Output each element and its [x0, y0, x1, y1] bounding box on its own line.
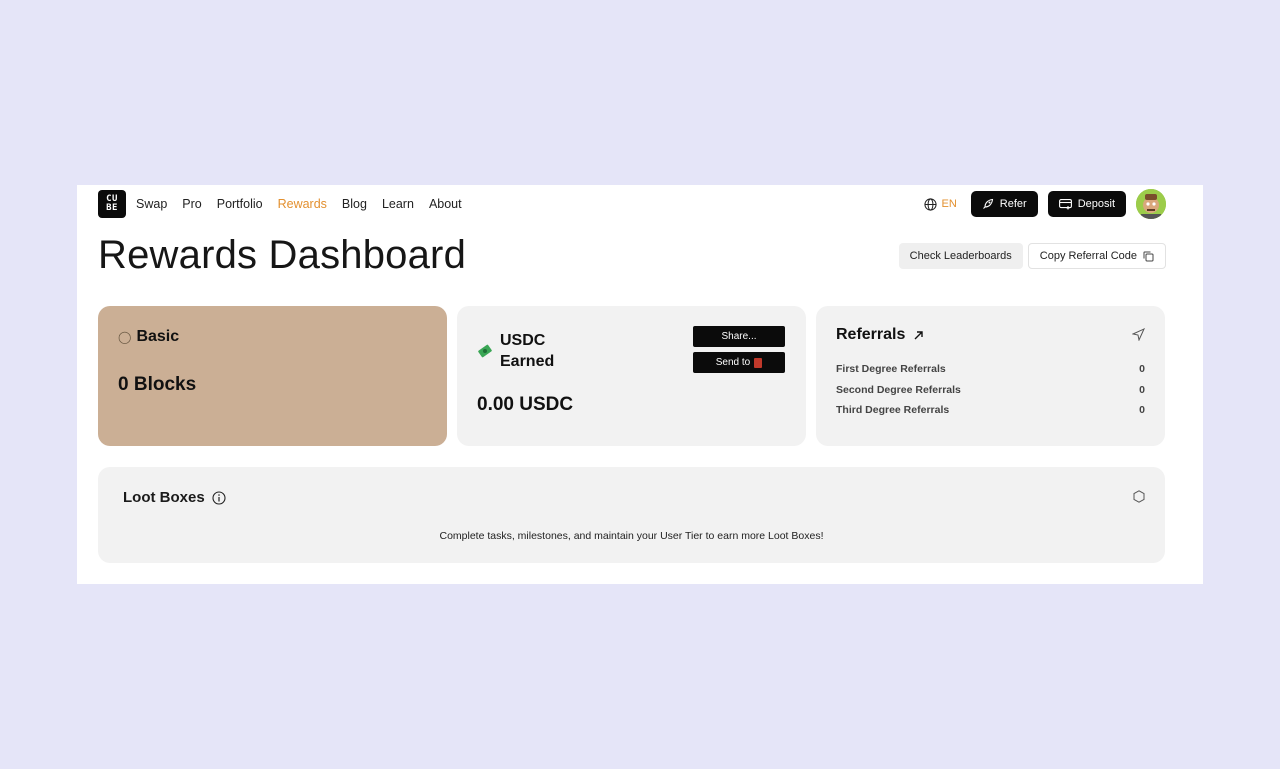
loot-boxes-card: Loot Boxes Complete tasks, milestones, a…: [98, 467, 1165, 563]
send-icon[interactable]: [1132, 328, 1145, 341]
page-title: Rewards Dashboard: [98, 233, 467, 277]
deposit-label: Deposit: [1077, 198, 1115, 210]
referral-row: Second Degree Referrals 0: [836, 384, 1145, 405]
copy-referral-code-button[interactable]: Copy Referral Code: [1027, 243, 1166, 269]
check-leaderboards-label: Check Leaderboards: [909, 250, 1012, 262]
nav-pro[interactable]: Pro: [182, 197, 201, 211]
tier-label: Basic: [136, 328, 180, 345]
usdc-amount: 0.00 USDC: [477, 394, 574, 415]
hexagon-icon: [1133, 490, 1145, 503]
referral-count: 0: [1139, 363, 1145, 375]
send-to-label: Send to: [715, 357, 751, 368]
referral-row: Third Degree Referrals 0: [836, 404, 1145, 425]
nav-about[interactable]: About: [429, 197, 462, 211]
nav-right: EN Refer Deposit: [923, 189, 1166, 219]
copy-icon: [1143, 251, 1154, 261]
referral-row: First Degree Referrals 0: [836, 363, 1145, 384]
tier-card: ◯ Basic 0 Blocks: [98, 306, 447, 446]
referrals-card: Referrals First Degree Referrals 0 Secon…: [816, 306, 1165, 446]
money-icon: [478, 344, 492, 358]
nav-portfolio[interactable]: Portfolio: [217, 197, 263, 211]
referral-label: Third Degree Referrals: [836, 404, 950, 416]
nav-rewards[interactable]: Rewards: [278, 197, 327, 211]
deposit-icon: [1058, 198, 1072, 209]
refer-button[interactable]: Refer: [970, 191, 1038, 217]
logo-bottom: BE: [106, 203, 118, 213]
referrals-title: Referrals: [836, 326, 906, 343]
language-label: EN: [941, 198, 957, 210]
refer-label: Refer: [999, 198, 1027, 210]
referrals-heading[interactable]: Referrals: [836, 326, 924, 344]
app-frame: CU BE Swap Pro Portfolio Rewards Blog Le…: [77, 185, 1203, 584]
cube-logo[interactable]: CU BE: [98, 190, 126, 218]
usdc-heading: USDC Earned: [477, 330, 560, 372]
info-icon[interactable]: [212, 490, 226, 505]
language-selector[interactable]: EN: [923, 197, 957, 211]
check-leaderboards-button[interactable]: Check Leaderboards: [898, 243, 1023, 269]
loot-boxes-title: Loot Boxes: [123, 489, 205, 506]
copy-referral-label: Copy Referral Code: [1039, 250, 1137, 262]
nav-learn[interactable]: Learn: [382, 197, 414, 211]
page-actions: Check Leaderboards Copy Referral Code: [898, 243, 1166, 269]
send-to-button[interactable]: Send to: [693, 352, 785, 373]
nav-swap[interactable]: Swap: [136, 197, 167, 211]
top-nav: CU BE Swap Pro Portfolio Rewards Blog Le…: [98, 189, 1166, 219]
rocket-icon: [982, 198, 993, 209]
tier-blocks: 0 Blocks: [118, 374, 197, 395]
referral-label: Second Degree Referrals: [836, 383, 961, 396]
usdc-card: USDC Earned 0.00 USDC Share... Send to: [457, 306, 806, 446]
nav-blog[interactable]: Blog: [342, 197, 367, 211]
referral-list: First Degree Referrals 0 Second Degree R…: [836, 363, 1145, 425]
tier-name: ◯ Basic: [118, 328, 179, 346]
medal-icon: ◯: [118, 330, 132, 344]
loot-boxes-message: Complete tasks, milestones, and maintain…: [439, 530, 824, 542]
globe-icon: [923, 197, 937, 211]
referral-label: First Degree Referrals: [836, 363, 946, 375]
referral-count: 0: [1139, 383, 1145, 396]
user-avatar[interactable]: [1136, 189, 1166, 219]
destination-icon: [754, 357, 763, 368]
usdc-earned-label: USDC Earned: [500, 332, 555, 370]
deposit-button[interactable]: Deposit: [1047, 191, 1126, 217]
referral-count: 0: [1139, 404, 1145, 416]
share-button[interactable]: Share...: [693, 326, 785, 347]
usdc-actions: Share... Send to: [693, 326, 785, 378]
share-label: Share...: [721, 331, 757, 342]
arrow-up-right-icon: [914, 330, 924, 339]
loot-boxes-heading: Loot Boxes: [123, 489, 226, 506]
nav-links: Swap Pro Portfolio Rewards Blog Learn Ab…: [136, 197, 477, 211]
